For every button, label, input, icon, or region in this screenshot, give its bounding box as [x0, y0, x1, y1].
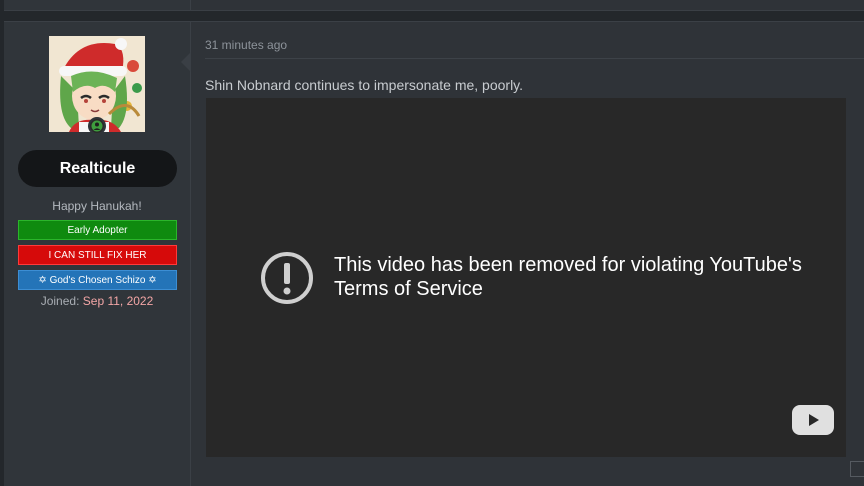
post: Realticule Happy Hanukah! Early Adopter … — [4, 21, 864, 486]
post-content: 31 minutes ago Shin Nobnard continues to… — [181, 22, 864, 486]
previous-post-user-panel — [4, 0, 191, 10]
thread-page: Realticule Happy Hanukah! Early Adopter … — [0, 0, 864, 486]
corner-widget — [850, 461, 864, 477]
youtube-icon[interactable] — [792, 405, 834, 440]
online-status-icon — [88, 117, 106, 135]
user-banner-fix-her: I CAN STILL FIX HER — [18, 245, 177, 265]
post-arrow — [181, 52, 191, 72]
video-error-text: This video has been removed for violatin… — [334, 254, 802, 300]
user-banner-schizo: ✡ God's Chosen Schizo ✡ — [18, 270, 177, 290]
username[interactable]: Realticule — [18, 150, 177, 187]
user-panel: Realticule Happy Hanukah! Early Adopter … — [4, 22, 191, 486]
user-title: Happy Hanukah! — [52, 199, 142, 213]
previous-post — [4, 0, 864, 11]
joined-date: Sep 11, 2022 — [82, 294, 154, 308]
post-message: Shin Nobnard continues to impersonate me… — [205, 77, 524, 93]
exclamation-circle-icon — [259, 250, 315, 311]
user-banner-early-adopter: Early Adopter — [18, 220, 177, 240]
video-embed[interactable]: This video has been removed for violatin… — [206, 98, 846, 457]
username-text: Realticule — [59, 159, 136, 177]
joined-label: Joined: — [40, 294, 80, 308]
post-timestamp[interactable]: 31 minutes ago — [205, 38, 287, 52]
joined-info: Joined: Sep 11, 2022 — [4, 294, 190, 308]
divider — [205, 58, 864, 59]
